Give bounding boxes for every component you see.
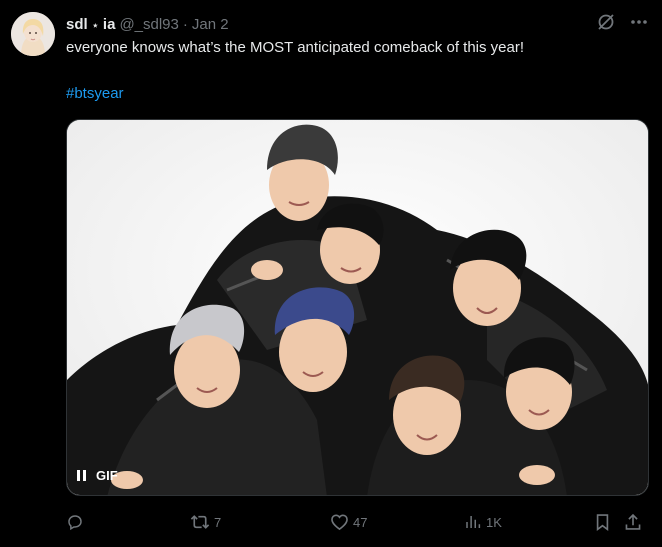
hashtag-link[interactable]: #btsyear: [66, 84, 124, 104]
avatar-image: [11, 12, 55, 56]
bookmark-button[interactable]: [594, 511, 611, 533]
gif-image: [67, 120, 648, 495]
retweet-button[interactable]: 7: [190, 511, 221, 533]
tweet-media-gif[interactable]: GIF: [66, 119, 649, 496]
views-icon: [466, 516, 481, 528]
gif-controls: GIF: [77, 468, 118, 483]
tweet-actions: 7 47 1K: [66, 511, 648, 533]
tweet-header: sdl ⋆ ia @_sdl93 · Jan 2: [66, 14, 582, 34]
handle[interactable]: @_sdl93: [119, 16, 178, 33]
display-name-text: sdl: [66, 15, 88, 33]
grok-icon[interactable]: [596, 12, 616, 32]
reply-button[interactable]: [66, 511, 84, 533]
share-icon: [625, 513, 641, 530]
display-name[interactable]: sdl ⋆ ia: [66, 16, 115, 33]
gif-badge: GIF: [96, 468, 118, 483]
retweet-icon: [190, 515, 210, 529]
views-button[interactable]: 1K: [464, 511, 502, 533]
tweet-text: everyone knows what’s the MOST anticipat…: [66, 39, 525, 56]
display-name-suffix: ia: [102, 15, 116, 33]
like-count: 47: [353, 514, 368, 530]
retweet-count: 7: [214, 514, 222, 530]
tweet[interactable]: sdl ⋆ ia @_sdl93 · Jan 2 everyone knows …: [0, 0, 662, 547]
tweet-date[interactable]: Jan 2: [192, 16, 229, 33]
header-actions: [596, 12, 648, 32]
reply-icon: [68, 515, 82, 531]
avatar[interactable]: [11, 12, 55, 56]
share-button[interactable]: [624, 511, 642, 533]
more-icon[interactable]: [630, 19, 648, 25]
pause-icon[interactable]: [77, 470, 86, 482]
header-separator: ·: [182, 15, 188, 33]
bookmark-icon: [596, 514, 609, 531]
heart-icon: [331, 514, 348, 531]
display-name-star: ⋆: [91, 19, 99, 32]
views-count: 1K: [486, 514, 502, 530]
like-button[interactable]: 47: [330, 511, 367, 533]
